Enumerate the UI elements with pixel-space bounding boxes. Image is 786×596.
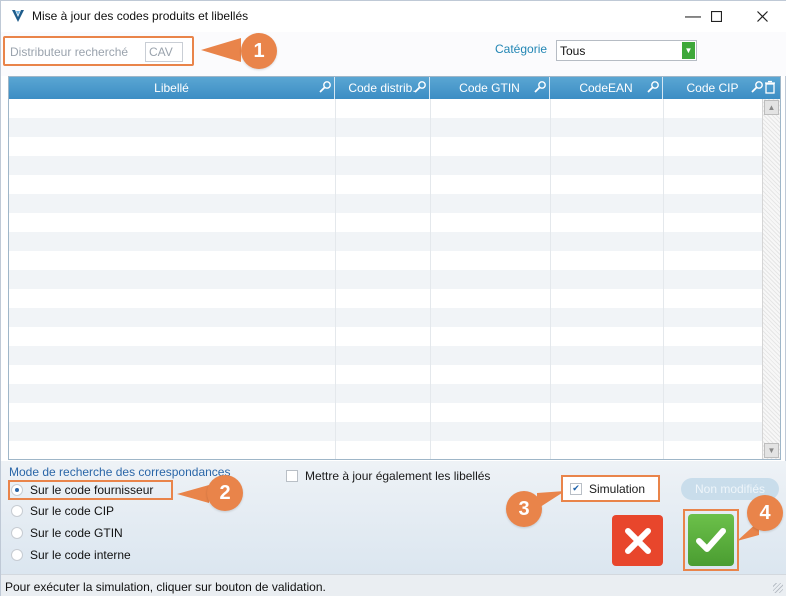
callout-tail-2 bbox=[177, 485, 209, 503]
table-row[interactable] bbox=[9, 232, 762, 251]
column-divider bbox=[335, 99, 336, 459]
table-row[interactable] bbox=[9, 99, 762, 118]
search-mode-title: Mode de recherche des correspondances bbox=[9, 465, 231, 479]
filter-bar: Distributeur recherché Catégorie Tous ▼ bbox=[1, 32, 786, 76]
table-row[interactable] bbox=[9, 289, 762, 308]
column-header-libelle[interactable]: Libellé bbox=[9, 77, 335, 99]
grid-scrollbar[interactable]: ▲ ▼ bbox=[762, 99, 780, 459]
scroll-down-button[interactable]: ▼ bbox=[764, 443, 779, 458]
simulation-label: Simulation bbox=[589, 481, 646, 496]
radio-option-fournisseur[interactable]: Sur le code fournisseur bbox=[11, 481, 153, 499]
table-row[interactable] bbox=[9, 403, 762, 422]
grid-header: Libellé Code distrib. Code GTIN CodeEAN … bbox=[9, 77, 780, 99]
table-row[interactable] bbox=[9, 441, 762, 459]
table-row[interactable] bbox=[9, 308, 762, 327]
column-divider bbox=[430, 99, 431, 459]
chevron-down-icon[interactable]: ▼ bbox=[682, 42, 695, 59]
table-row[interactable] bbox=[9, 365, 762, 384]
app-logo-icon bbox=[12, 10, 24, 22]
search-icon[interactable] bbox=[533, 80, 547, 94]
column-header-code-gtin[interactable]: Code GTIN bbox=[430, 77, 550, 99]
radio-option-interne[interactable]: Sur le code interne bbox=[11, 546, 131, 564]
radio-label: Sur le code CIP bbox=[30, 504, 115, 518]
column-label: Code CIP bbox=[686, 81, 739, 95]
close-icon bbox=[624, 527, 651, 554]
validate-button[interactable] bbox=[688, 514, 734, 566]
callout-tail-1 bbox=[201, 38, 241, 62]
search-icon[interactable] bbox=[750, 80, 764, 94]
category-select[interactable]: Tous ▼ bbox=[556, 40, 697, 61]
callout-badge-1: 1 bbox=[241, 33, 277, 69]
update-labels-checkbox-row[interactable]: Mettre à jour également les libellés bbox=[286, 469, 490, 483]
maximize-button[interactable] bbox=[693, 1, 739, 32]
distributor-search-group: Distributeur recherché bbox=[3, 36, 194, 66]
category-label: Catégorie bbox=[495, 42, 548, 56]
checkmark-icon bbox=[696, 528, 726, 552]
callout-badge-4: 4 bbox=[747, 495, 783, 531]
table-row[interactable] bbox=[9, 270, 762, 289]
simulation-checkbox-row[interactable]: ✔ Simulation bbox=[561, 475, 660, 502]
title-bar: Mise à jour des codes produits et libell… bbox=[1, 1, 786, 32]
simulation-checkbox[interactable]: ✔ bbox=[570, 482, 582, 495]
table-row[interactable] bbox=[9, 346, 762, 365]
radio-label: Sur le code fournisseur bbox=[30, 483, 154, 497]
close-window-button[interactable] bbox=[739, 1, 785, 32]
distributor-input[interactable] bbox=[145, 42, 183, 62]
radio-option-gtin[interactable]: Sur le code GTIN bbox=[11, 524, 123, 542]
cancel-button[interactable] bbox=[612, 515, 663, 566]
status-text: Pour exécuter la simulation, cliquer sur… bbox=[5, 580, 326, 594]
column-label: Libellé bbox=[154, 81, 189, 95]
callout-badge-2: 2 bbox=[207, 475, 243, 511]
options-panel: Mode de recherche des correspondances Su… bbox=[1, 461, 786, 574]
update-labels-label: Mettre à jour également les libellés bbox=[305, 469, 491, 483]
radio-label: Sur le code GTIN bbox=[30, 526, 123, 540]
status-bar: Pour exécuter la simulation, cliquer sur… bbox=[1, 574, 786, 596]
scroll-up-button[interactable]: ▲ bbox=[764, 100, 779, 115]
resize-grip[interactable] bbox=[773, 583, 783, 593]
table-row[interactable] bbox=[9, 251, 762, 270]
column-header-code-cip[interactable]: Code CIP bbox=[663, 77, 780, 99]
table-row[interactable] bbox=[9, 156, 762, 175]
category-value: Tous bbox=[560, 44, 586, 58]
window-title: Mise à jour des codes produits et libell… bbox=[32, 9, 249, 23]
radio-option-cip[interactable]: Sur le code CIP bbox=[11, 502, 114, 520]
radio-label: Sur le code interne bbox=[30, 548, 131, 562]
search-icon[interactable] bbox=[318, 80, 332, 94]
table-row[interactable] bbox=[9, 118, 762, 137]
radio-button[interactable] bbox=[11, 549, 23, 561]
table-row[interactable] bbox=[9, 422, 762, 441]
radio-button[interactable] bbox=[11, 505, 23, 517]
column-label: Code GTIN bbox=[459, 81, 520, 95]
table-row[interactable] bbox=[9, 213, 762, 232]
table-row[interactable] bbox=[9, 327, 762, 346]
highlight-box-validate bbox=[683, 509, 739, 571]
grid-body[interactable] bbox=[9, 99, 762, 459]
radio-button[interactable] bbox=[11, 484, 23, 496]
radio-button[interactable] bbox=[11, 527, 23, 539]
table-row[interactable] bbox=[9, 175, 762, 194]
search-icon[interactable] bbox=[646, 80, 660, 94]
products-grid[interactable]: Libellé Code distrib. Code GTIN CodeEAN … bbox=[8, 76, 781, 460]
column-divider bbox=[550, 99, 551, 459]
search-icon[interactable] bbox=[413, 80, 427, 94]
table-row[interactable] bbox=[9, 137, 762, 156]
column-divider bbox=[663, 99, 664, 459]
table-row[interactable] bbox=[9, 384, 762, 403]
update-labels-checkbox[interactable] bbox=[286, 470, 298, 482]
table-row[interactable] bbox=[9, 194, 762, 213]
trash-icon[interactable] bbox=[763, 80, 777, 94]
close-icon bbox=[756, 11, 768, 22]
column-label: CodeEAN bbox=[579, 81, 633, 95]
column-header-code-ean[interactable]: CodeEAN bbox=[550, 77, 663, 99]
column-label: Code distrib. bbox=[348, 81, 416, 95]
distributor-label: Distributeur recherché bbox=[10, 45, 129, 59]
maximize-icon bbox=[710, 11, 722, 22]
dialog-window: Mise à jour des codes produits et libell… bbox=[0, 0, 786, 596]
column-header-code-distrib[interactable]: Code distrib. bbox=[335, 77, 430, 99]
